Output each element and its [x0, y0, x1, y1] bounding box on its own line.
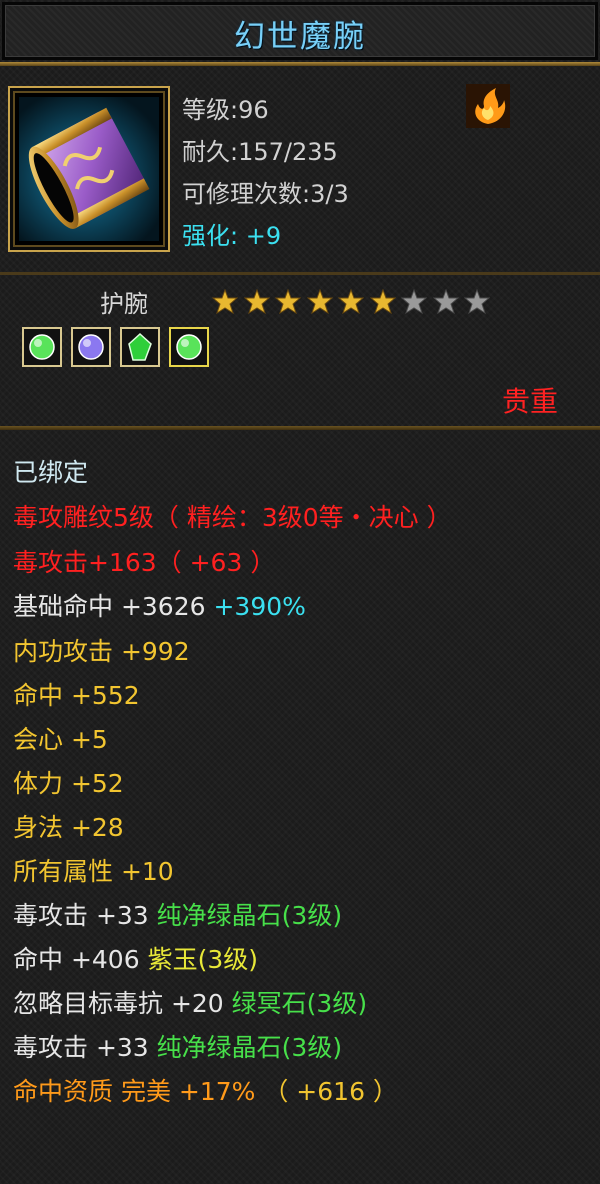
star-empty-icon [401, 289, 427, 315]
header-divider [0, 272, 600, 275]
item-tooltip: 幻世魔腕 等级:96 耐久:157/235 可修理次数:3/3 强化: +9 护… [0, 0, 600, 1184]
green-round-gem-icon[interactable] [169, 327, 209, 367]
star-filled-icon [306, 289, 333, 315]
star-filled-icon [243, 289, 270, 315]
hit-line: 命中 +552 [13, 681, 140, 710]
star-empty-icon [464, 289, 490, 315]
star-filled-icon [212, 289, 238, 315]
gem-line-1: 毒攻击 +33 纯净绿晶石(3级) [13, 901, 343, 930]
purple-round-gem-icon[interactable] [71, 327, 111, 367]
poison-attack-line: 毒攻击+163（ +63 ） [13, 548, 276, 577]
item-name: 幻世魔腕 [234, 19, 366, 55]
carving-line: 毒攻雕纹5级（ 精绘：3级0等・决心 ） [13, 503, 452, 532]
stamina-line: 体力 +52 [13, 769, 124, 798]
internal-attack-line: 内功攻击 +992 [13, 637, 190, 666]
title-divider [0, 62, 600, 66]
item-icon-frame [8, 86, 170, 252]
gem-line-4: 毒攻击 +33 纯净绿晶石(3级) [13, 1033, 343, 1062]
rarity-label: 贵重 [501, 385, 558, 418]
base-hit-line: 基础命中 +3626 +390% [13, 592, 306, 621]
star-filled-icon [338, 289, 364, 315]
gem-line-2: 命中 +406 紫玉(3级) [13, 945, 258, 974]
star-filled-icon [369, 289, 396, 315]
repair-count-stat: 可修理次数:3/3 [182, 180, 349, 208]
hit-aptitude-line: 命中资质 完美 +17% （ +616 ） [13, 1077, 398, 1106]
star-empty-icon [432, 289, 459, 315]
enhance-stat: 强化: +9 [182, 222, 282, 250]
title-bar: 幻世魔腕 [2, 2, 598, 60]
bound-status: 已绑定 [13, 458, 89, 487]
stats-divider [0, 426, 600, 430]
gem-line-3: 忽略目标毒抗 +20 绿冥石(3级) [13, 989, 368, 1018]
level-stat: 等级:96 [182, 96, 269, 124]
durability-stat: 耐久:157/235 [182, 138, 338, 166]
green-round-gem-icon[interactable] [22, 327, 62, 367]
green-crystal-gem-icon[interactable] [120, 327, 160, 367]
purple-gold-bracer-icon [28, 107, 150, 229]
all-attributes-line: 所有属性 +10 [13, 857, 174, 886]
agility-line: 身法 +28 [13, 813, 124, 842]
star-filled-icon [275, 289, 301, 315]
critical-line: 会心 +5 [13, 725, 108, 754]
item-type: 护腕 [100, 290, 148, 318]
fire-flame-icon [466, 84, 510, 128]
